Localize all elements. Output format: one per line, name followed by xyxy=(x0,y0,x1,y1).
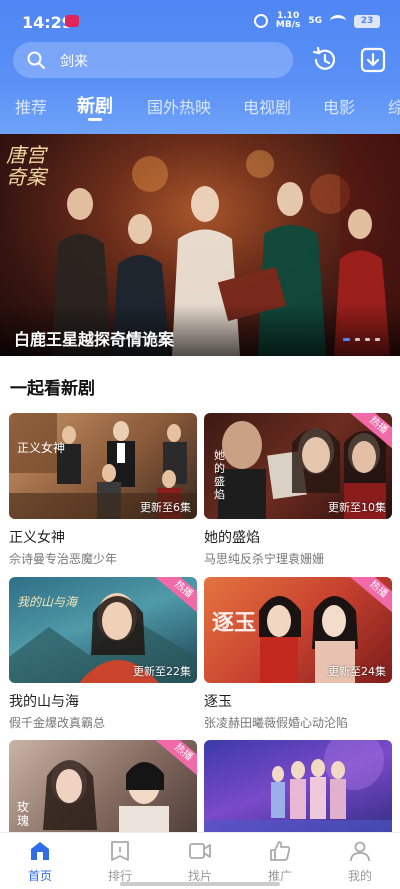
wifi-icon xyxy=(330,15,346,27)
history-icon[interactable] xyxy=(310,45,340,75)
drama-card[interactable]: 她的盛焰 热播 更新至10集 她的盛焰 马思纯反杀宁理袁姗姗 xyxy=(204,413,392,567)
drama-thumbnail: 她的盛焰 热播 更新至10集 xyxy=(204,413,392,519)
banner-title: 白鹿王星越探奇情诡案 xyxy=(14,330,175,349)
active-tab-indicator xyxy=(88,118,102,121)
search-query: 剑来 xyxy=(60,54,88,70)
banner-dot xyxy=(375,338,380,341)
nav-home[interactable]: 首页 xyxy=(10,839,70,884)
drama-subtitle: 马思纯反杀宁理袁姗姗 xyxy=(204,552,325,566)
tab-new-drama[interactable]: 新剧 xyxy=(77,92,113,118)
banner-artwork xyxy=(0,134,400,356)
thumbnail-title-art: 正义女神 xyxy=(17,441,66,455)
episode-count: 更新至22集 xyxy=(133,665,191,678)
user-icon xyxy=(350,841,370,862)
episode-count: 更新至24集 xyxy=(328,665,386,678)
thumbs-up-icon xyxy=(270,841,291,861)
home-indicator[interactable] xyxy=(120,882,280,886)
drama-thumbnail: 我的山与海 热播 更新至22集 xyxy=(9,577,197,683)
video-camera-icon xyxy=(189,843,211,859)
alarm-icon xyxy=(253,14,268,28)
network-speed: 1.10 MB/s xyxy=(276,12,300,30)
hero-banner[interactable]: 唐宫奇案 白鹿王星越探奇情诡案 xyxy=(0,134,400,356)
drama-title: 我的山与海 xyxy=(9,694,79,710)
nav-promote[interactable]: 推广 xyxy=(250,839,310,884)
thumbnail-art xyxy=(204,740,392,846)
nav-profile[interactable]: 我的 xyxy=(330,839,390,884)
ranking-icon xyxy=(111,841,129,861)
home-icon xyxy=(31,842,49,860)
drama-subtitle: 佘诗曼专治恶魔少年 xyxy=(9,552,118,566)
thumbnail-art xyxy=(43,760,169,846)
episode-count: 更新至10集 xyxy=(328,501,386,514)
banner-poster-logo: 唐宫奇案 xyxy=(6,143,46,189)
drama-subtitle: 张凌赫田曦薇假婚心动沦陷 xyxy=(204,716,349,730)
drama-thumbnail: 逐玉 热播 更新至24集 xyxy=(204,577,392,683)
tab-variety[interactable]: 综 xyxy=(388,94,400,118)
drama-thumbnail: 玫瑰 热播 xyxy=(9,740,197,846)
drama-title: 逐玉 xyxy=(204,694,232,710)
status-bar: 14:29 1.10 MB/s 5G 23 xyxy=(0,0,400,40)
download-icon[interactable] xyxy=(358,45,388,75)
tab-tv-series[interactable]: 电视剧 xyxy=(243,94,291,118)
drama-subtitle: 假千金爆改真霸总 xyxy=(9,716,106,730)
banner-pagination xyxy=(343,338,380,341)
drama-thumbnail xyxy=(204,740,392,846)
tab-recommend[interactable]: 推荐 xyxy=(15,94,47,118)
drama-card[interactable]: 玫瑰 热播 xyxy=(9,740,197,846)
drama-card[interactable]: 我的山与海 热播 更新至22集 我的山与海 假千金爆改真霸总 xyxy=(9,577,197,731)
nav-label: 我的 xyxy=(347,869,372,883)
nav-label: 首页 xyxy=(27,869,52,883)
episode-count: 更新至6集 xyxy=(140,501,191,514)
banner-dot xyxy=(365,338,370,341)
signal-5g-label: 5G xyxy=(308,16,322,26)
nav-find[interactable]: 找片 xyxy=(170,839,230,884)
banner-dot xyxy=(355,338,360,341)
drama-thumbnail: 正义女神 更新至6集 xyxy=(9,413,197,519)
tab-foreign-hits[interactable]: 国外热映 xyxy=(147,94,211,118)
battery-icon: 23 xyxy=(354,14,380,28)
status-icons: 1.10 MB/s 5G 23 xyxy=(253,12,380,30)
app-page: 14:29 1.10 MB/s 5G 23 剑来 推荐 新剧 国外热映 电视剧 … xyxy=(0,0,400,889)
header: 14:29 1.10 MB/s 5G 23 剑来 推荐 新剧 国外热映 电视剧 … xyxy=(0,0,400,134)
network-speed-unit: MB/s xyxy=(275,20,301,30)
category-tabs: 推荐 新剧 国外热映 电视剧 电影 综 xyxy=(0,86,400,126)
drama-card[interactable]: 正义女神 更新至6集 正义女神 佘诗曼专治恶魔少年 xyxy=(9,413,197,567)
section-title: 一起看新剧 xyxy=(10,379,95,399)
tab-movies[interactable]: 电影 xyxy=(323,94,355,118)
thumbnail-title-art: 逐玉 xyxy=(212,611,257,636)
drama-title: 她的盛焰 xyxy=(204,530,260,546)
search-input[interactable]: 剑来 xyxy=(13,42,293,78)
thumbnail-title-art: 玫瑰 xyxy=(17,800,30,828)
thumbnail-title-art: 她的盛焰 xyxy=(214,449,225,501)
drama-title: 正义女神 xyxy=(9,530,65,546)
drama-card[interactable] xyxy=(204,740,392,846)
banner-dot xyxy=(343,338,350,341)
thumbnail-title-art: 我的山与海 xyxy=(17,595,78,609)
drama-card[interactable]: 逐玉 热播 更新至24集 逐玉 张凌赫田曦薇假婚心动沦陷 xyxy=(204,577,392,731)
bottom-navigation: 首页 排行 找片 推广 我的 xyxy=(0,832,400,889)
notification-app-icon xyxy=(65,15,79,27)
search-icon xyxy=(27,51,45,69)
nav-ranking[interactable]: 排行 xyxy=(90,839,150,884)
